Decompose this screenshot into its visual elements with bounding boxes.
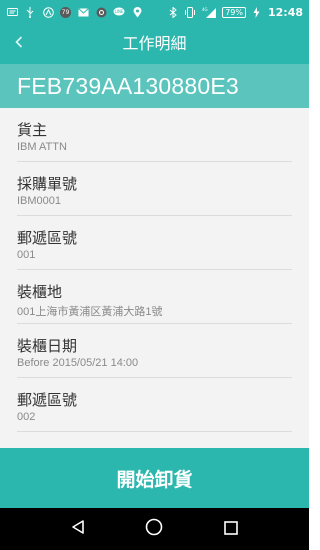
bluetooth-icon [167, 6, 179, 18]
charging-icon [251, 6, 263, 18]
battery-indicator: 79% [222, 6, 246, 18]
status-bar: 79 LINE 4G 4G 79% 12:48 [0, 0, 309, 24]
detail-item-po-number: 採購單號 IBM0001 [17, 162, 292, 216]
back-triangle-icon [70, 519, 86, 539]
line-icon: LINE [113, 6, 125, 18]
detail-item-loading-location: 裝櫃地 001上海市黃浦区黃浦大路1號 [17, 270, 292, 324]
detail-value: 001上海市黃浦区黃浦大路1號 [17, 306, 163, 318]
app-icon [42, 6, 54, 18]
app-circle-icon [95, 6, 107, 18]
start-unloading-button[interactable]: 開始卸貨 [0, 448, 309, 508]
nav-home-button[interactable] [141, 516, 167, 542]
detail-list: 貨主 IBM ATTN 採購單號 IBM0001 郵遞區號 001 裝櫃地 00… [0, 108, 309, 448]
nav-back-button[interactable] [65, 516, 91, 542]
page-title: 工作明細 [122, 34, 187, 53]
message-icon [6, 6, 18, 18]
nav-recents-button[interactable] [218, 516, 244, 542]
signal-icon: 4G [201, 6, 217, 18]
svg-text:4G: 4G [202, 7, 208, 12]
vibrate-icon [184, 6, 196, 18]
location-icon [131, 6, 143, 18]
detail-value: 001 [17, 249, 36, 261]
detail-value: Before 2015/05/21 14:00 [17, 357, 139, 369]
detail-item-shipper: 貨主 IBM ATTN [17, 108, 292, 162]
detail-value: 002 [17, 411, 36, 423]
work-order-id: FEB739AA130880E3 [0, 64, 309, 108]
home-circle-icon [145, 518, 163, 540]
detail-item-loading-date: 裝櫃日期 Before 2015/05/21 14:00 [17, 324, 292, 378]
detail-label: 貨主 [17, 121, 48, 139]
detail-item-postal-code-2: 郵遞區號 002 [17, 378, 292, 432]
detail-label: 裝櫃日期 [17, 337, 78, 355]
notification-count-icon: 79 [60, 6, 71, 18]
detail-value: IBM ATTN [17, 141, 67, 153]
svg-text:LINE: LINE [115, 9, 124, 14]
detail-label: 郵遞區號 [17, 229, 78, 247]
usb-icon [24, 6, 36, 18]
detail-label: 裝櫃地 [17, 283, 63, 301]
system-nav-bar [0, 508, 309, 550]
detail-value: IBM0001 [17, 195, 62, 207]
recents-square-icon [224, 520, 238, 539]
mail-icon [77, 6, 89, 18]
detail-label: 郵遞區號 [17, 391, 78, 409]
detail-item-postal-code: 郵遞區號 001 [17, 216, 292, 270]
detail-label: 採購單號 [17, 175, 78, 193]
app-bar: 工作明細 [0, 24, 309, 64]
clock: 12:48 [267, 5, 303, 19]
